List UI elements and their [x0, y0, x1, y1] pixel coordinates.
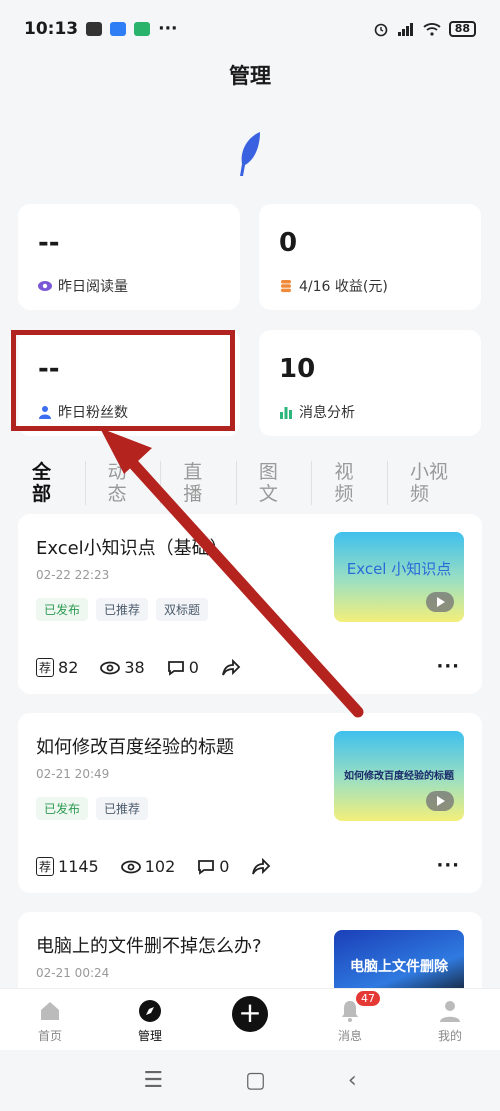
user-icon [440, 1001, 460, 1022]
compass-icon [139, 1000, 161, 1022]
nav-home[interactable]: 首页 [0, 989, 100, 1050]
nav-manage[interactable]: 管理 [100, 989, 200, 1050]
nav-mine[interactable]: 我的 [400, 989, 500, 1050]
message-count-badge: 47 [356, 991, 380, 1006]
menu-icon[interactable]: ☰ [143, 1068, 163, 1093]
annotation-arrow [100, 428, 364, 718]
plus-icon: + [232, 996, 268, 1032]
system-navigation: ☰ ▢ ‹ [0, 1050, 500, 1111]
nav-messages[interactable]: 47 消息 [300, 989, 400, 1050]
home-icon [41, 1002, 59, 1020]
nav-create[interactable]: + [200, 989, 300, 1050]
back-icon[interactable]: ‹ [348, 1068, 357, 1093]
bottom-navigation: 首页 管理 + 47 消息 我的 [0, 988, 500, 1050]
home-square-icon[interactable]: ▢ [245, 1068, 266, 1093]
